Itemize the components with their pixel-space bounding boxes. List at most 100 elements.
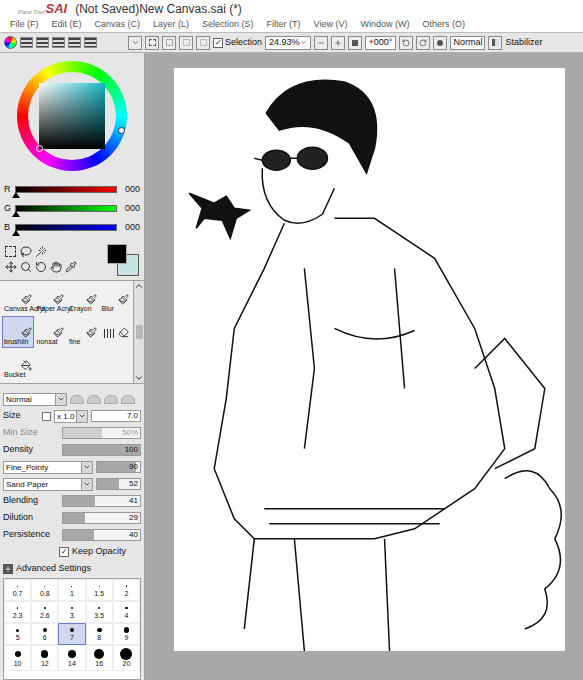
toolbar-menu-button[interactable]: [128, 36, 142, 50]
texture-dropdown[interactable]: Sand Paper: [3, 478, 93, 491]
color-wheel-tab-icon[interactable]: [4, 36, 17, 49]
color-wheel[interactable]: [0, 53, 144, 179]
brush-shape-icon[interactable]: [121, 395, 135, 404]
rgb-slider[interactable]: [15, 224, 117, 231]
rgb-slider[interactable]: [15, 205, 117, 212]
size-lock-icon[interactable]: [42, 412, 51, 421]
menu-item[interactable]: Others (O): [422, 18, 465, 32]
rgb-value[interactable]: 000: [120, 202, 140, 216]
rgb-value[interactable]: 000: [120, 221, 140, 235]
brush-size-cell[interactable]: 14: [58, 645, 85, 671]
brush-size-cell[interactable]: 7: [58, 623, 85, 645]
selection-checkbox[interactable]: ✓Selection: [213, 36, 262, 50]
menu-item[interactable]: View (V): [314, 18, 348, 32]
brush-size-cell[interactable]: 20: [113, 645, 140, 671]
tool-slot[interactable]: Crayon: [67, 283, 99, 315]
brush-shape-icon[interactable]: [87, 395, 101, 404]
brush-size-cell[interactable]: 0.8: [31, 579, 58, 601]
size-multiplier-dropdown[interactable]: x 1.0: [54, 410, 88, 423]
rotate-icon[interactable]: [35, 261, 47, 273]
zoom-in-button[interactable]: [331, 36, 345, 50]
menu-item[interactable]: File (F): [10, 18, 39, 32]
color-mode-tab-icon[interactable]: [84, 37, 97, 48]
menu-item[interactable]: Selection (S): [202, 18, 254, 32]
eyedropper-icon[interactable]: [65, 261, 77, 273]
size-field[interactable]: 7.0: [91, 410, 141, 422]
tool-slot[interactable]: Blur: [100, 283, 132, 315]
brush-size-cell[interactable]: 3.5: [86, 601, 113, 623]
rotate-reset-button[interactable]: [433, 36, 447, 50]
keep-opacity-checkbox[interactable]: ✓Keep Opacity: [3, 545, 141, 559]
scroll-up-icon[interactable]: [134, 281, 144, 291]
rect-select-icon[interactable]: [5, 246, 16, 257]
brush-size-cell[interactable]: 16: [86, 645, 113, 671]
brush-size-cell[interactable]: 3: [58, 601, 85, 623]
strength-slider[interactable]: 52: [96, 478, 141, 490]
tool-slot[interactable]: fine: [67, 316, 99, 348]
brush-size-cell[interactable]: 4: [113, 601, 140, 623]
rotate-left-button[interactable]: [399, 36, 413, 50]
brush-shape-icon[interactable]: [104, 395, 118, 404]
shape-dropdown[interactable]: Fine_Pointy: [3, 461, 93, 474]
zoom-field[interactable]: 24.93%: [265, 36, 311, 50]
move-icon[interactable]: [5, 261, 17, 273]
primary-color[interactable]: [107, 244, 127, 264]
saturation-square[interactable]: [39, 83, 105, 149]
menu-item[interactable]: Edit (E): [52, 18, 82, 32]
brush-size-cell[interactable]: 5: [4, 623, 31, 645]
scroll-down-icon[interactable]: [134, 373, 144, 383]
magic-wand-icon[interactable]: [35, 246, 47, 258]
menu-item[interactable]: Filter (T): [267, 18, 301, 32]
brush-size-cell[interactable]: 8: [86, 623, 113, 645]
brush-size-cell[interactable]: 9: [113, 623, 140, 645]
brush-size-cell[interactable]: 0.7: [4, 579, 31, 601]
hide-button[interactable]: [196, 36, 210, 50]
brush-size-cell[interactable]: 1.5: [86, 579, 113, 601]
color-mode-tab-icon[interactable]: [52, 37, 65, 48]
rotation-field[interactable]: +000°: [365, 36, 397, 50]
brush-size-cell[interactable]: 1: [58, 579, 85, 601]
blend-mode-dropdown[interactable]: Normal: [3, 393, 67, 406]
menu-item[interactable]: Window (W): [360, 18, 409, 32]
advanced-settings[interactable]: Advanced Settings: [3, 562, 141, 576]
mix-slider[interactable]: 40: [62, 529, 141, 541]
tool-scrollbar[interactable]: [133, 281, 144, 383]
invert-selection-button[interactable]: [162, 36, 176, 50]
menu-item[interactable]: Layer (L): [153, 18, 189, 32]
mix-slider[interactable]: 29: [62, 512, 141, 524]
brush-size-cell[interactable]: 2.3: [4, 601, 31, 623]
tool-slot[interactable]: nonsat: [35, 316, 67, 348]
brush-size-cell[interactable]: 10: [4, 645, 31, 671]
hand-icon[interactable]: [50, 261, 62, 273]
brush-size-cell[interactable]: 6: [31, 623, 58, 645]
color-mode-tab-icon[interactable]: [68, 37, 81, 48]
tool-slot[interactable]: Bucket: [2, 349, 34, 381]
color-mode-tab-icon[interactable]: [20, 37, 33, 48]
rgb-slider[interactable]: [15, 186, 117, 193]
zoom-out-button[interactable]: [314, 36, 328, 50]
menu-item[interactable]: Canvas (C): [95, 18, 141, 32]
mix-slider[interactable]: 41: [62, 495, 141, 507]
brush-size-cell[interactable]: 2.6: [31, 601, 58, 623]
flip-button[interactable]: [488, 36, 502, 50]
param-slider[interactable]: 100: [62, 444, 141, 456]
tool-slot[interactable]: brushlin: [2, 316, 34, 348]
tool-slot[interactable]: [100, 316, 132, 348]
brush-size-cell[interactable]: 2: [113, 579, 140, 601]
tool-slot[interactable]: Paper Acryl: [35, 283, 67, 315]
rotate-right-button[interactable]: [416, 36, 430, 50]
brush-shape-icon[interactable]: [70, 395, 84, 404]
color-mode-tab-icon[interactable]: [36, 37, 49, 48]
clip-button[interactable]: [179, 36, 193, 50]
strength-slider[interactable]: 90: [96, 461, 141, 473]
brush-size-cell[interactable]: 12: [31, 645, 58, 671]
param-slider[interactable]: 50%: [62, 427, 141, 439]
canvas-paper[interactable]: [174, 68, 565, 651]
deselect-button[interactable]: [145, 36, 159, 50]
zoom-icon[interactable]: [20, 261, 32, 273]
tool-slot[interactable]: Canvas Acryl: [2, 283, 34, 315]
rgb-value[interactable]: 000: [120, 183, 140, 197]
zoom-reset-button[interactable]: [348, 36, 362, 50]
lasso-icon[interactable]: [20, 246, 32, 258]
blend-mode-field[interactable]: Normal: [450, 36, 485, 50]
